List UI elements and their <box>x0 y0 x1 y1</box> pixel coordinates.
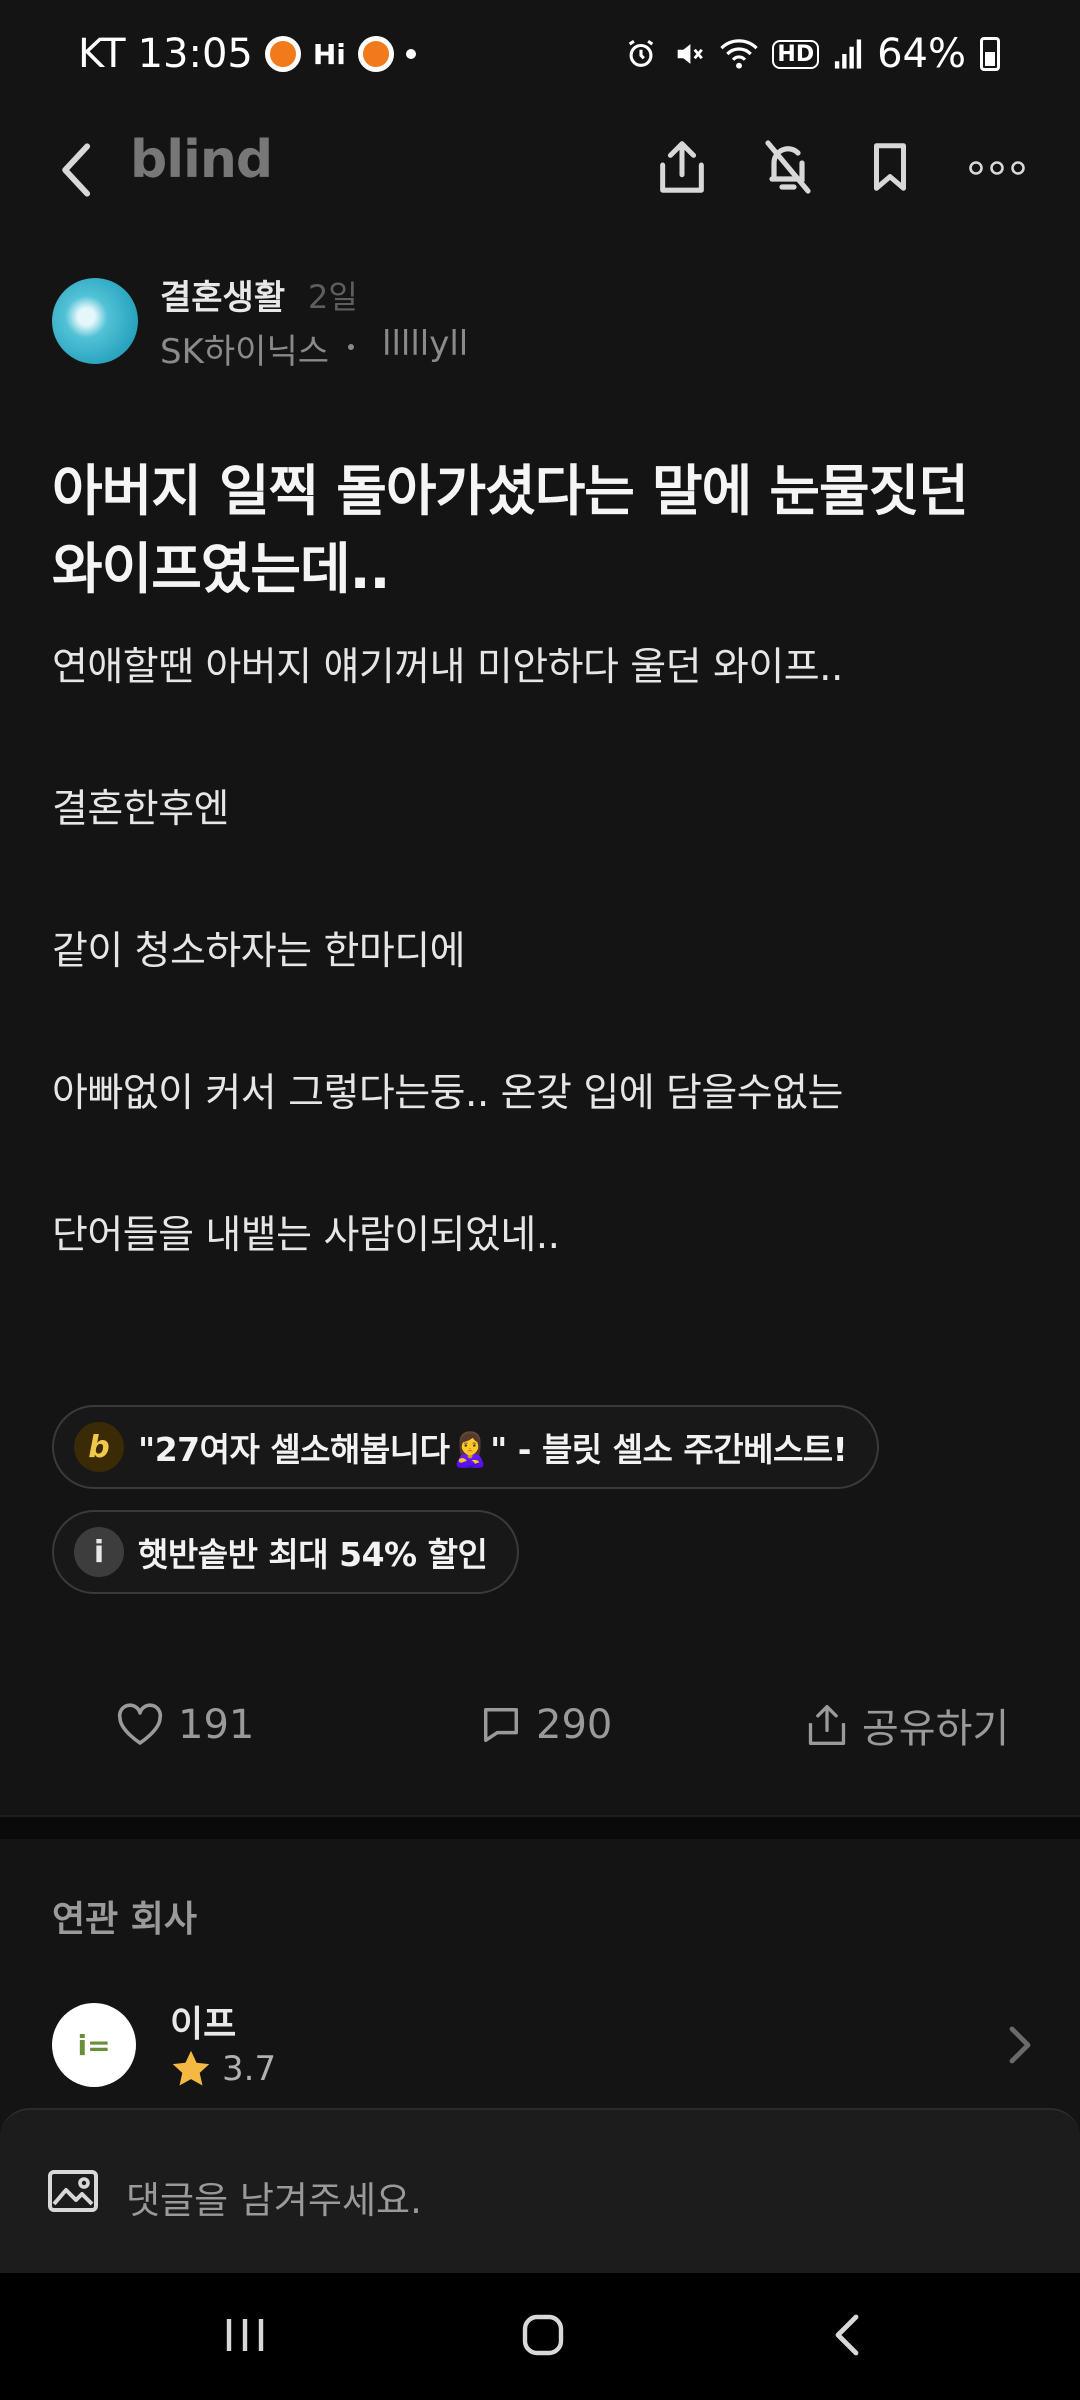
comment-count: 290 <box>536 1702 613 1748</box>
blind-b-icon: b <box>74 1422 124 1472</box>
promo-chip-best[interactable]: b "27여자 셀소해봅니다🙎‍♀️" - 블릿 셀소 주간베스트! <box>52 1405 880 1489</box>
company-name: 이프 <box>170 2004 237 2045</box>
promo-chip-ad-label: 햇반솥반 최대 54% 할인 <box>138 1535 488 1574</box>
post-body-line: 단어들을 내뱉는 사람이되었네.. <box>52 1213 560 1258</box>
promo-chip-ad[interactable]: i 햇반솥반 최대 54% 할인 <box>52 1510 520 1594</box>
clock: 13:05 <box>137 31 253 77</box>
related-companies-title: 연관 회사 <box>52 1899 198 1940</box>
avatar[interactable] <box>52 278 138 364</box>
more-icon[interactable] <box>962 140 1032 196</box>
alarm-icon <box>629 39 654 67</box>
hi-notification-icon: Hi <box>312 37 346 71</box>
carrier-label: KT <box>78 31 126 77</box>
battery-icon <box>980 37 1000 71</box>
notification-app-icon <box>264 36 301 72</box>
company-logo: i= <box>52 2003 136 2087</box>
back-nav-icon[interactable] <box>812 2303 882 2367</box>
image-attach-icon[interactable] <box>46 2168 100 2218</box>
author-company[interactable]: SK하이닉스 <box>160 324 329 373</box>
bookmark-icon[interactable] <box>860 132 920 202</box>
related-company-row[interactable]: i= 이프 3.7 <box>52 1995 1032 2105</box>
share-button[interactable]: 공유하기 <box>806 1680 1009 1770</box>
more-notifications-dot-icon <box>405 49 416 59</box>
post-title-line-1: 아버지 일찍 돌아가셨다는 말에 눈물짓던 <box>52 459 969 523</box>
comment-input[interactable]: 댓글을 남겨주세요. <box>126 2170 422 2224</box>
signal-icon <box>835 39 862 69</box>
post-actions: 191 290 공유하기 <box>0 1680 1080 1770</box>
system-navigation-bar <box>0 2273 1080 2400</box>
notification-app-icon-2 <box>357 36 394 72</box>
section-divider <box>0 1815 1080 1839</box>
company-rating-value: 3.7 <box>222 2049 277 2089</box>
post-body-line: 연애할땐 아버지 얘기꺼내 미안하다 울던 와이프.. <box>52 645 843 690</box>
comment-button[interactable]: 290 <box>480 1680 612 1770</box>
share-icon[interactable] <box>650 132 714 202</box>
status-left: KT 13:05 Hi <box>78 28 416 80</box>
battery-percent: 64% <box>877 31 966 77</box>
board-name[interactable]: 결혼생활 <box>160 270 285 319</box>
like-button[interactable]: 191 <box>116 1680 254 1770</box>
recent-apps-icon[interactable] <box>210 2303 280 2367</box>
brand-logo[interactable]: blind <box>130 130 273 190</box>
hd-icon: HD <box>772 39 820 69</box>
share-label: 공유하기 <box>862 1706 1010 1752</box>
bell-off-icon[interactable] <box>756 132 820 202</box>
share-icon <box>808 1705 846 1745</box>
post-time: 2일 <box>308 278 358 316</box>
post-body-line: 아빠없이 커서 그렇다는둥.. 온갖 입에 담을수없는 <box>52 1071 843 1116</box>
info-icon: i <box>74 1527 124 1577</box>
post-body-line: 결혼한후엔 <box>52 787 229 832</box>
promo-chip-best-label: "27여자 셀소해봅니다🙎‍♀️" - 블릿 셀소 주간베스트! <box>138 1430 848 1469</box>
back-icon[interactable] <box>52 140 102 200</box>
heart-icon <box>117 1703 163 1745</box>
comment-bar[interactable]: 댓글을 남겨주세요. <box>0 2108 1080 2273</box>
mute-icon <box>678 44 704 64</box>
top-navigation: blind <box>0 110 1080 240</box>
status-bar: KT 13:05 Hi HD 64% <box>0 0 1080 110</box>
star-icon <box>172 2050 210 2086</box>
separator-dot <box>348 344 354 350</box>
post-title-line-2: 와이프였는데.. <box>52 537 390 601</box>
comment-icon <box>484 1708 518 1742</box>
like-count: 191 <box>178 1702 255 1748</box>
status-right: HD 64% <box>624 28 1000 80</box>
post-title: 아버지 일찍 돌아가셨다는 말에 눈물짓던 와이프였는데.. <box>52 452 1032 608</box>
wifi-icon <box>720 39 759 69</box>
chevron-right-icon <box>1008 2025 1032 2069</box>
company-rating: 3.7 <box>170 2049 276 2089</box>
author-nickname: lllllyll <box>382 324 469 364</box>
post-body-line: 같이 청소하자는 한마디에 <box>52 929 465 974</box>
post-author: 결혼생활 2일 SK하이닉스 lllllyll <box>52 270 1032 380</box>
home-icon[interactable] <box>508 2303 578 2367</box>
